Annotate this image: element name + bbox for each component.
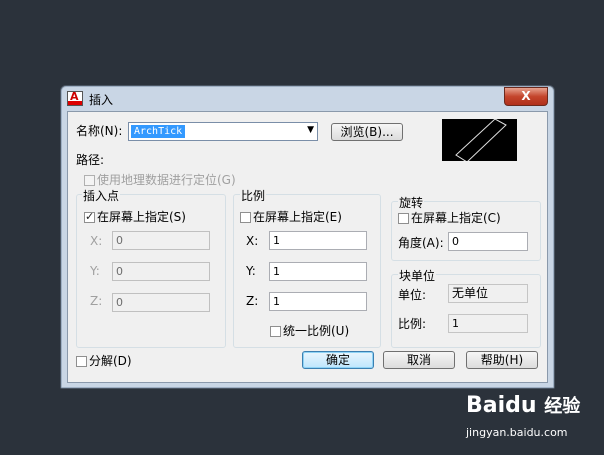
- insert-dialog: A 插入 X 名称(N): ArchTick ▼ 浏览(B)... 路径: 使用…: [60, 85, 555, 389]
- close-button[interactable]: X: [504, 87, 548, 106]
- explode-label: 分解(D): [89, 354, 132, 368]
- chevron-down-icon[interactable]: ▼: [307, 125, 314, 135]
- insertion-y-label: Y:: [90, 264, 100, 278]
- title-bar[interactable]: A 插入 X: [61, 86, 554, 112]
- close-icon: X: [521, 89, 531, 103]
- angle-label: 角度(A):: [398, 236, 444, 250]
- explode-box[interactable]: [76, 356, 87, 367]
- insertion-x-label: X:: [90, 234, 103, 248]
- cancel-button[interactable]: 取消: [383, 351, 455, 369]
- preview-graphic: [455, 119, 507, 161]
- block-preview: [442, 119, 517, 161]
- insertion-specify-label: 在屏幕上指定(S): [97, 210, 186, 224]
- insertion-x-input[interactable]: 0: [112, 231, 210, 250]
- scale-specify-label: 在屏幕上指定(E): [253, 210, 342, 224]
- rotation-specify-label: 在屏幕上指定(C): [411, 211, 501, 225]
- watermark-url: jingyan.baidu.com: [466, 426, 568, 439]
- unit-label: 单位:: [398, 288, 427, 302]
- baidu-watermark: Baidu 经验: [466, 392, 580, 418]
- scale-z-input[interactable]: 1: [269, 292, 367, 311]
- block-name-combobox[interactable]: ArchTick ▼: [128, 122, 318, 141]
- name-label: 名称(N):: [76, 124, 123, 138]
- insertion-specify-box[interactable]: [84, 210, 95, 223]
- uniform-scale-checkbox[interactable]: 统一比例(U): [270, 322, 349, 339]
- scale-title: 比例: [240, 187, 267, 204]
- geo-label: 使用地理数据进行定位(G): [97, 173, 236, 187]
- uniform-scale-box[interactable]: [270, 326, 281, 337]
- factor-value: 1: [448, 314, 528, 333]
- insertion-specify-checkbox[interactable]: 在屏幕上指定(S): [84, 208, 186, 225]
- factor-label: 比例:: [398, 317, 427, 331]
- help-button[interactable]: 帮助(H): [466, 351, 538, 369]
- angle-input[interactable]: 0: [448, 232, 528, 251]
- scale-x-input[interactable]: 1: [269, 231, 367, 250]
- uniform-scale-label: 统一比例(U): [283, 324, 350, 338]
- scale-specify-checkbox[interactable]: 在屏幕上指定(E): [240, 208, 342, 225]
- geo-checkbox[interactable]: 使用地理数据进行定位(G): [84, 171, 236, 188]
- autocad-app-icon: A: [67, 90, 83, 106]
- insertion-z-input[interactable]: 0: [112, 293, 210, 312]
- rotation-specify-checkbox[interactable]: 在屏幕上指定(C): [398, 209, 501, 226]
- block-name-value: ArchTick: [131, 125, 186, 138]
- insertion-point-title: 插入点: [82, 187, 121, 204]
- unit-value: 无单位: [448, 284, 528, 303]
- watermark-brand: Baidu: [466, 393, 537, 418]
- watermark-cn: 经验: [544, 396, 581, 417]
- scale-specify-box[interactable]: [240, 212, 251, 223]
- insertion-y-input[interactable]: 0: [112, 262, 210, 281]
- geo-checkbox-box[interactable]: [84, 175, 95, 186]
- insertion-z-label: Z:: [90, 294, 103, 308]
- dialog-body: 名称(N): ArchTick ▼ 浏览(B)... 路径: 使用地理数据进行定…: [67, 111, 548, 383]
- path-label: 路径:: [76, 153, 105, 167]
- rotation-specify-box[interactable]: [398, 213, 409, 224]
- scale-z-label: Z:: [246, 294, 259, 308]
- block-unit-title: 块单位: [398, 267, 437, 284]
- browse-button[interactable]: 浏览(B)...: [331, 123, 403, 141]
- scale-y-label: Y:: [246, 264, 256, 278]
- explode-checkbox[interactable]: 分解(D): [76, 352, 132, 369]
- dialog-title: 插入: [89, 93, 114, 107]
- ok-button[interactable]: 确定: [302, 351, 374, 369]
- scale-y-input[interactable]: 1: [269, 262, 367, 281]
- scale-x-label: X:: [246, 234, 259, 248]
